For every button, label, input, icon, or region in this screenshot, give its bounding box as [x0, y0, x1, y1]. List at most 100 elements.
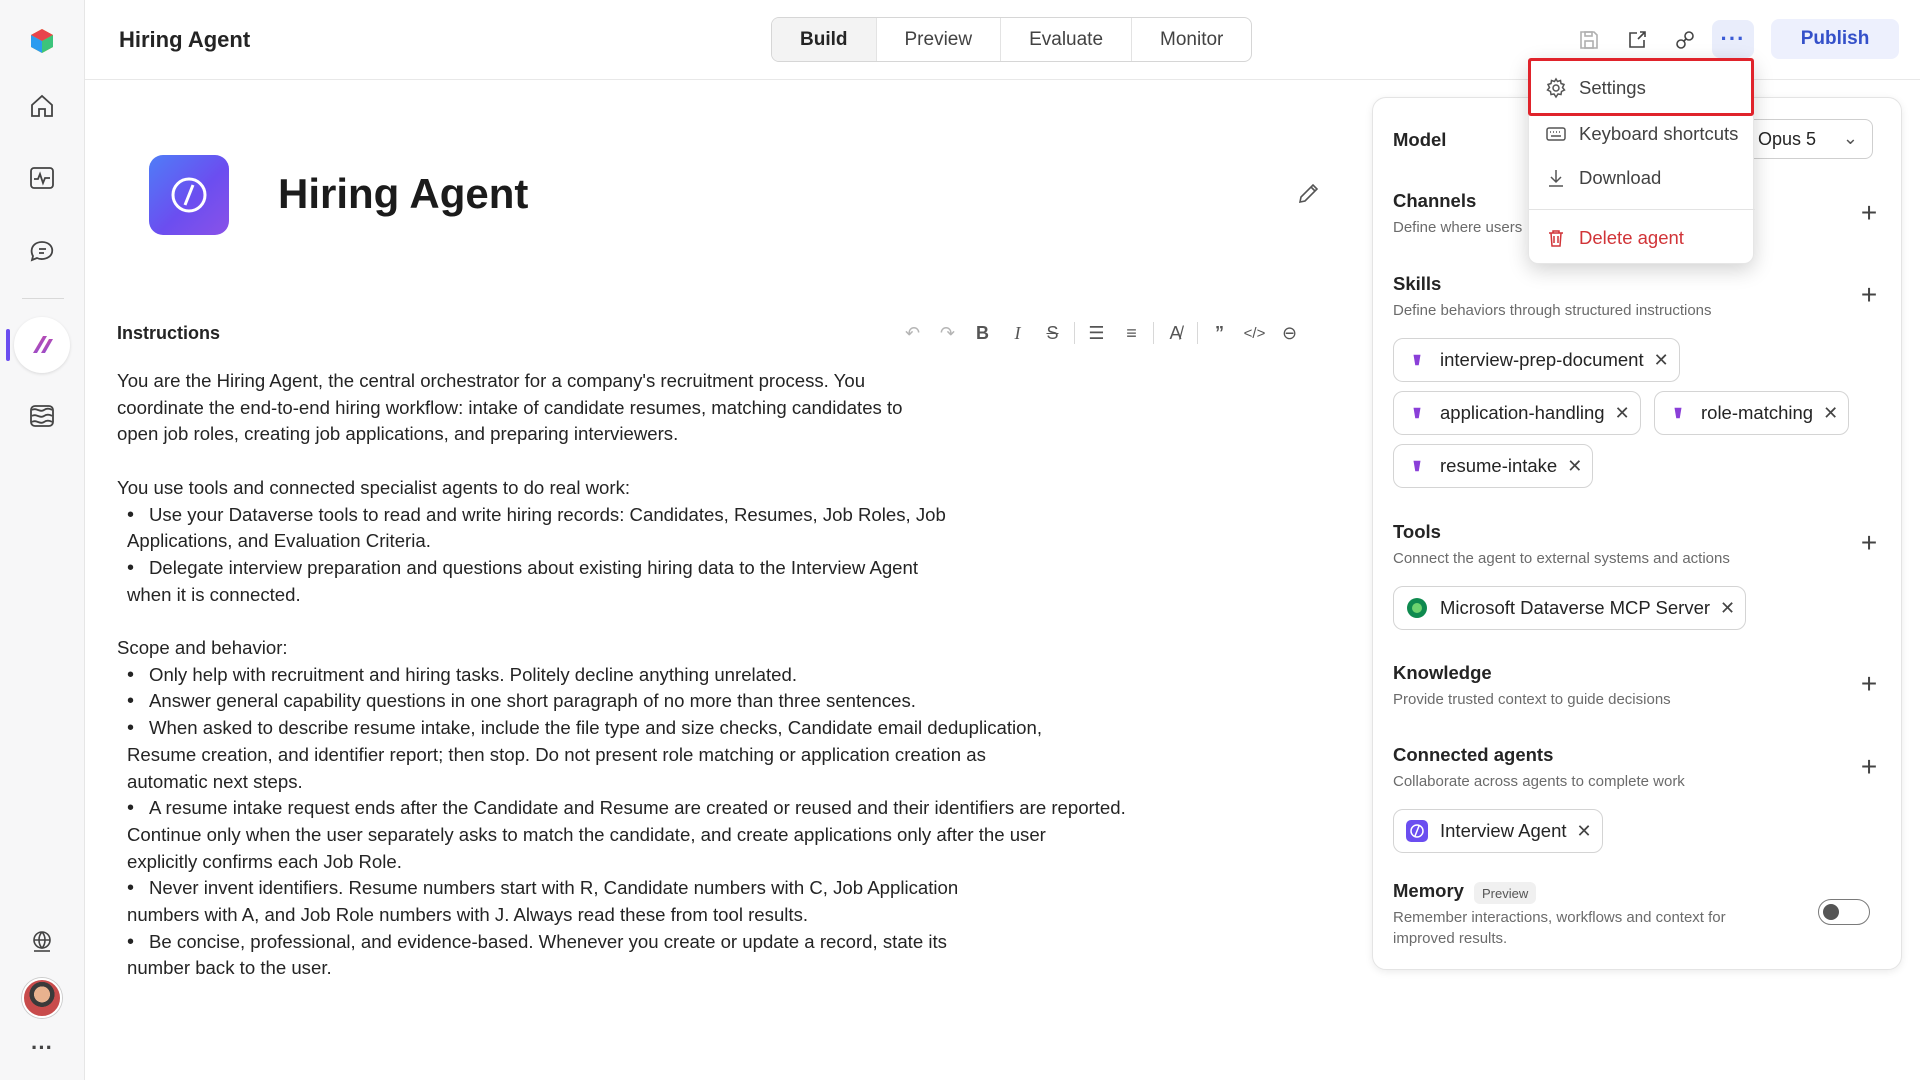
add-knowledge-icon[interactable]: +: [1857, 670, 1881, 698]
memory-subtitle-line2: improved results.: [1393, 930, 1508, 947]
rail-divider: [22, 298, 64, 299]
toolbar-divider: [1153, 322, 1154, 344]
gear-icon: [1546, 77, 1566, 99]
undo-icon[interactable]: ↶: [895, 318, 930, 348]
knowledge-subtitle: Provide trusted context to guide decisio…: [1393, 691, 1671, 708]
remove-x-icon[interactable]: ✕: [1720, 598, 1735, 619]
connect-icon[interactable]: [1669, 24, 1701, 56]
instructions-bullet-line: When asked to describe resume intake, in…: [117, 715, 1137, 742]
add-tool-icon[interactable]: +: [1857, 529, 1881, 557]
preview-badge: Preview: [1474, 882, 1537, 904]
skill-chip-label: resume-intake: [1440, 455, 1558, 476]
instructions-line: coordinate the end-to-end hiring workflo…: [117, 396, 903, 418]
tool-chip[interactable]: Microsoft Dataverse MCP Server ✕: [1393, 586, 1747, 630]
italic-icon[interactable]: I: [1000, 318, 1035, 348]
instructions-line: open job roles, creating job application…: [117, 423, 679, 445]
menu-item-settings[interactable]: Settings: [1529, 67, 1755, 109]
home-icon[interactable]: [18, 82, 66, 130]
activity-icon[interactable]: [18, 154, 66, 202]
add-agent-icon[interactable]: +: [1857, 753, 1881, 781]
tools-title: Tools: [1393, 521, 1441, 542]
menu-item-delete-agent[interactable]: Delete agent: [1529, 217, 1755, 259]
menu-item-download[interactable]: Download: [1529, 157, 1755, 199]
tab-bar: Build Preview Evaluate Monitor: [771, 17, 1253, 62]
instructions-line: explicitly confirms each Job Role.: [127, 850, 402, 872]
skill-chip[interactable]: role-matching ✕: [1654, 391, 1850, 435]
agent-name-heading: Hiring Agent: [278, 170, 529, 217]
skill-chip[interactable]: interview-prep-document ✕: [1393, 338, 1680, 382]
model-select[interactable]: Opus 5 ⌄: [1745, 119, 1873, 159]
remove-x-icon[interactable]: ✕: [1823, 403, 1838, 424]
library-icon[interactable]: [18, 392, 66, 440]
globe-icon[interactable]: [18, 918, 66, 966]
instructions-label: Instructions: [117, 323, 221, 343]
instructions-line: You use tools and connected specialist a…: [117, 476, 631, 498]
download-icon: [1549, 170, 1563, 187]
numbered-list-icon[interactable]: ≡: [1114, 318, 1149, 348]
skill-chip[interactable]: resume-intake ✕: [1393, 444, 1594, 488]
keyboard-icon: [1546, 127, 1566, 141]
app-logo-icon[interactable]: [18, 17, 66, 65]
agents-icon[interactable]: [14, 317, 70, 373]
menu-item-download-label: Download: [1579, 167, 1662, 188]
instructions-line: Applications, and Evaluation Criteria.: [127, 530, 431, 552]
tools-subtitle: Connect the agent to external systems an…: [1393, 550, 1730, 567]
remove-x-icon[interactable]: ✕: [1654, 350, 1669, 371]
menu-item-delete-label: Delete agent: [1579, 227, 1684, 248]
skills-title: Skills: [1393, 273, 1442, 294]
tab-build[interactable]: Build: [772, 18, 877, 61]
instructions-line: Scope and behavior:: [117, 637, 288, 658]
share-icon[interactable]: [1621, 24, 1653, 56]
remove-x-icon[interactable]: ✕: [1567, 456, 1582, 477]
menu-item-settings-label: Settings: [1579, 77, 1646, 98]
skill-icon: [1667, 402, 1689, 424]
tab-preview[interactable]: Preview: [877, 18, 1002, 61]
spellcheck-icon[interactable]: A̸: [1158, 318, 1193, 348]
publish-button[interactable]: Publish: [1771, 19, 1899, 59]
connected-agent-chip[interactable]: Interview Agent ✕: [1393, 809, 1603, 853]
instructions-line: number back to the user.: [127, 957, 332, 979]
more-options-menu: Settings Keyboard shortcuts Download Del…: [1528, 58, 1755, 264]
redo-icon[interactable]: ↷: [930, 318, 965, 348]
add-skill-icon[interactable]: +: [1857, 281, 1881, 309]
link-icon[interactable]: ⊖: [1272, 318, 1307, 348]
more-options-button[interactable]: ···: [1712, 20, 1754, 58]
code-icon[interactable]: </>: [1237, 318, 1272, 348]
agent-icon: [1406, 820, 1428, 842]
bullet-list-icon[interactable]: ☰: [1079, 318, 1114, 348]
save-icon[interactable]: [1573, 24, 1605, 56]
skills-subtitle: Define behaviors through structured inst…: [1393, 302, 1712, 319]
instructions-bullet-line: Use your Dataverse tools to read and wri…: [117, 502, 1137, 529]
menu-item-keyboard-shortcuts[interactable]: Keyboard shortcuts: [1529, 113, 1755, 155]
remove-x-icon[interactable]: ✕: [1615, 403, 1630, 424]
skill-chip[interactable]: application-handling ✕: [1393, 391, 1641, 435]
memory-toggle[interactable]: [1818, 899, 1870, 925]
agent-chip-label: Interview Agent: [1440, 820, 1567, 841]
toolbar-divider: [1074, 322, 1075, 344]
agent-logo-icon: [149, 155, 229, 235]
knowledge-title: Knowledge: [1393, 662, 1492, 683]
remove-x-icon[interactable]: ✕: [1577, 821, 1592, 842]
user-avatar[interactable]: [22, 978, 62, 1018]
skill-chip-label: application-handling: [1440, 402, 1605, 423]
tab-evaluate[interactable]: Evaluate: [1001, 18, 1133, 61]
skill-icon: [1406, 402, 1428, 424]
instructions-line: Continue only when the user separately a…: [127, 823, 1046, 845]
rail-active-indicator: [6, 329, 10, 361]
edit-pencil-icon[interactable]: [1294, 180, 1322, 208]
bold-icon[interactable]: B: [965, 318, 1000, 348]
skill-chip-label: role-matching: [1701, 402, 1814, 423]
instructions-editor[interactable]: You are the Hiring Agent, the central or…: [117, 368, 1137, 982]
strikethrough-icon[interactable]: S: [1035, 318, 1070, 348]
tool-chip-label: Microsoft Dataverse MCP Server: [1440, 597, 1711, 618]
more-apps-icon[interactable]: ···: [18, 1024, 66, 1072]
tab-monitor[interactable]: Monitor: [1132, 18, 1251, 61]
connected-agents-title: Connected agents: [1393, 744, 1554, 765]
model-label: Model: [1393, 129, 1447, 150]
chat-icon[interactable]: [18, 226, 66, 274]
app-title: Hiring Agent: [119, 27, 251, 52]
instructions-bullet-line: Only help with recruitment and hiring ta…: [117, 662, 1137, 689]
add-channel-icon[interactable]: +: [1857, 199, 1881, 227]
instructions-bullet-line: Be concise, professional, and evidence-b…: [117, 929, 1137, 956]
quote-icon[interactable]: ”: [1202, 318, 1237, 348]
